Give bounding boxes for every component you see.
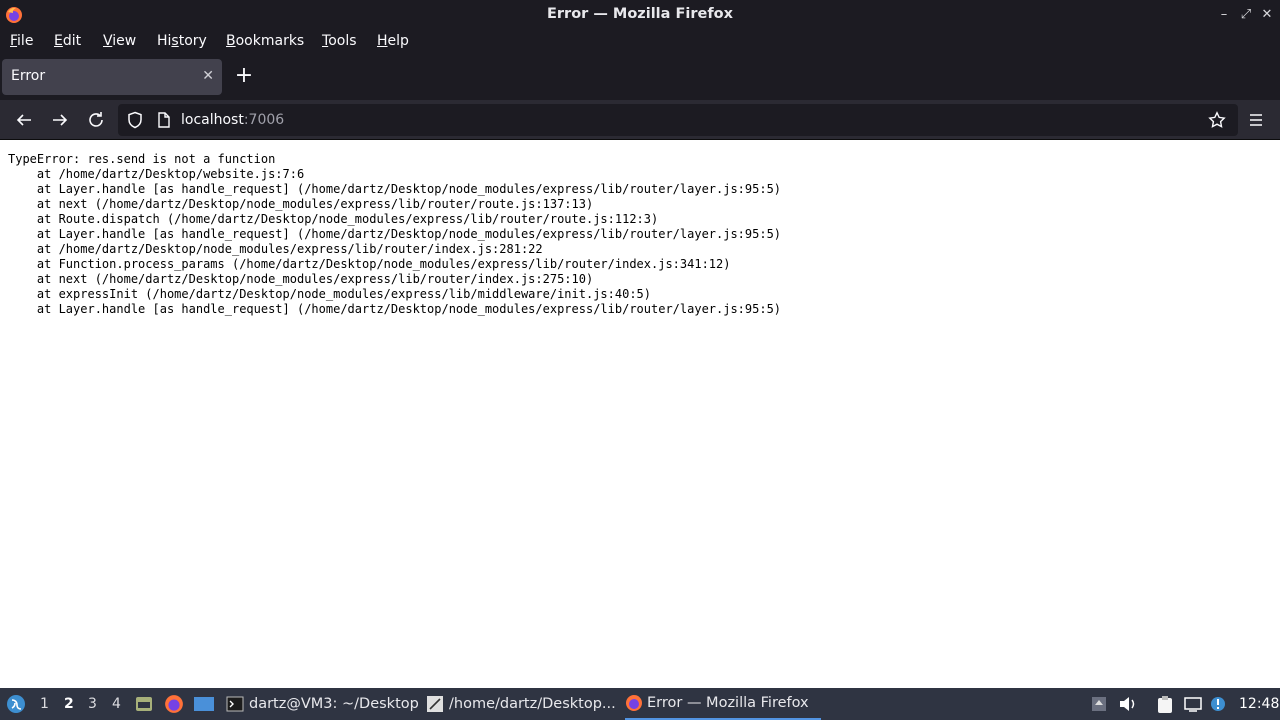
arrow-right-icon (53, 114, 68, 126)
network-icon (1184, 697, 1202, 712)
maximize-button[interactable]: ⤢ (1238, 7, 1254, 23)
workspace-3[interactable]: 3 (88, 688, 97, 720)
start-menu-button[interactable] (6, 688, 26, 720)
clock[interactable]: 12:48 (1239, 688, 1279, 720)
volume-icon (1120, 697, 1135, 711)
tray-volume[interactable] (1118, 688, 1138, 720)
page-icon[interactable] (156, 112, 172, 128)
desktop-icon (194, 697, 214, 711)
terminal-icon (226, 696, 244, 712)
firefox-icon (165, 695, 183, 713)
task-firefox[interactable]: Error — Mozilla Firefox (625, 688, 821, 720)
tab-title: Error (11, 68, 46, 84)
file-manager-launcher[interactable] (134, 688, 154, 720)
menu-file[interactable]: File (10, 33, 33, 49)
task-text-editor[interactable]: /home/dartz/Desktop... (426, 688, 616, 720)
window-titlebar: Error — Mozilla Firefox – ⤢ ✕ (0, 0, 1280, 30)
menu-view[interactable]: View (103, 33, 136, 49)
menu-help[interactable]: Help (377, 33, 409, 49)
hamburger-icon (1250, 114, 1262, 126)
back-button[interactable] (12, 108, 36, 132)
text-editor-icon (427, 696, 443, 712)
url-text[interactable]: localhost:7006 (181, 112, 284, 128)
clipboard-icon (1158, 696, 1172, 713)
tab-error[interactable]: Error ✕ (2, 59, 222, 95)
app-menu-button[interactable] (1244, 108, 1268, 132)
tray-network[interactable] (1183, 688, 1203, 720)
tab-close-icon[interactable]: ✕ (202, 68, 214, 84)
file-manager-icon (136, 697, 152, 711)
arrow-left-icon (16, 114, 31, 126)
tab-strip: Error ✕ + (0, 55, 1280, 100)
page-content: TypeError: res.send is not a function at… (0, 141, 1280, 688)
new-tab-button[interactable]: + (233, 65, 255, 88)
window-title: Error — Mozilla Firefox (547, 6, 733, 22)
taskbar: 1 2 3 4 dartz@VM3: ~/Desktop /home/dartz… (0, 688, 1280, 720)
tray-notifications[interactable] (1210, 688, 1226, 720)
tray-updates[interactable] (1090, 688, 1108, 720)
error-stack-trace: TypeError: res.send is not a function at… (8, 152, 782, 316)
reload-icon (89, 112, 103, 127)
menu-edit[interactable]: Edit (54, 33, 81, 49)
firefox-icon (626, 695, 642, 711)
distro-logo-icon (7, 695, 25, 713)
tray-clipboard[interactable] (1155, 688, 1175, 720)
url-bar[interactable]: localhost:7006 (118, 104, 1238, 136)
menu-history[interactable]: History (157, 33, 207, 49)
shield-icon[interactable] (126, 111, 144, 129)
close-window-button[interactable]: ✕ (1259, 7, 1275, 23)
forward-button[interactable] (48, 108, 72, 132)
navigation-toolbar: localhost:7006 (0, 100, 1280, 140)
notification-icon (1211, 697, 1225, 711)
workspace-2[interactable]: 2 (64, 688, 74, 720)
desktop-launcher[interactable] (193, 688, 215, 720)
menu-bookmarks[interactable]: Bookmarks (226, 33, 304, 49)
task-terminal[interactable]: dartz@VM3: ~/Desktop (226, 688, 419, 720)
firefox-launcher[interactable] (164, 688, 184, 720)
workspace-4[interactable]: 4 (112, 688, 121, 720)
bookmark-star-icon[interactable] (1208, 111, 1226, 129)
upload-tray-icon (1092, 697, 1106, 711)
minimize-button[interactable]: – (1216, 7, 1232, 23)
workspace-1[interactable]: 1 (40, 688, 49, 720)
reload-button[interactable] (84, 108, 108, 132)
menu-bar: File Edit View History Bookmarks Tools H… (0, 30, 1280, 55)
menu-tools[interactable]: Tools (322, 33, 357, 49)
